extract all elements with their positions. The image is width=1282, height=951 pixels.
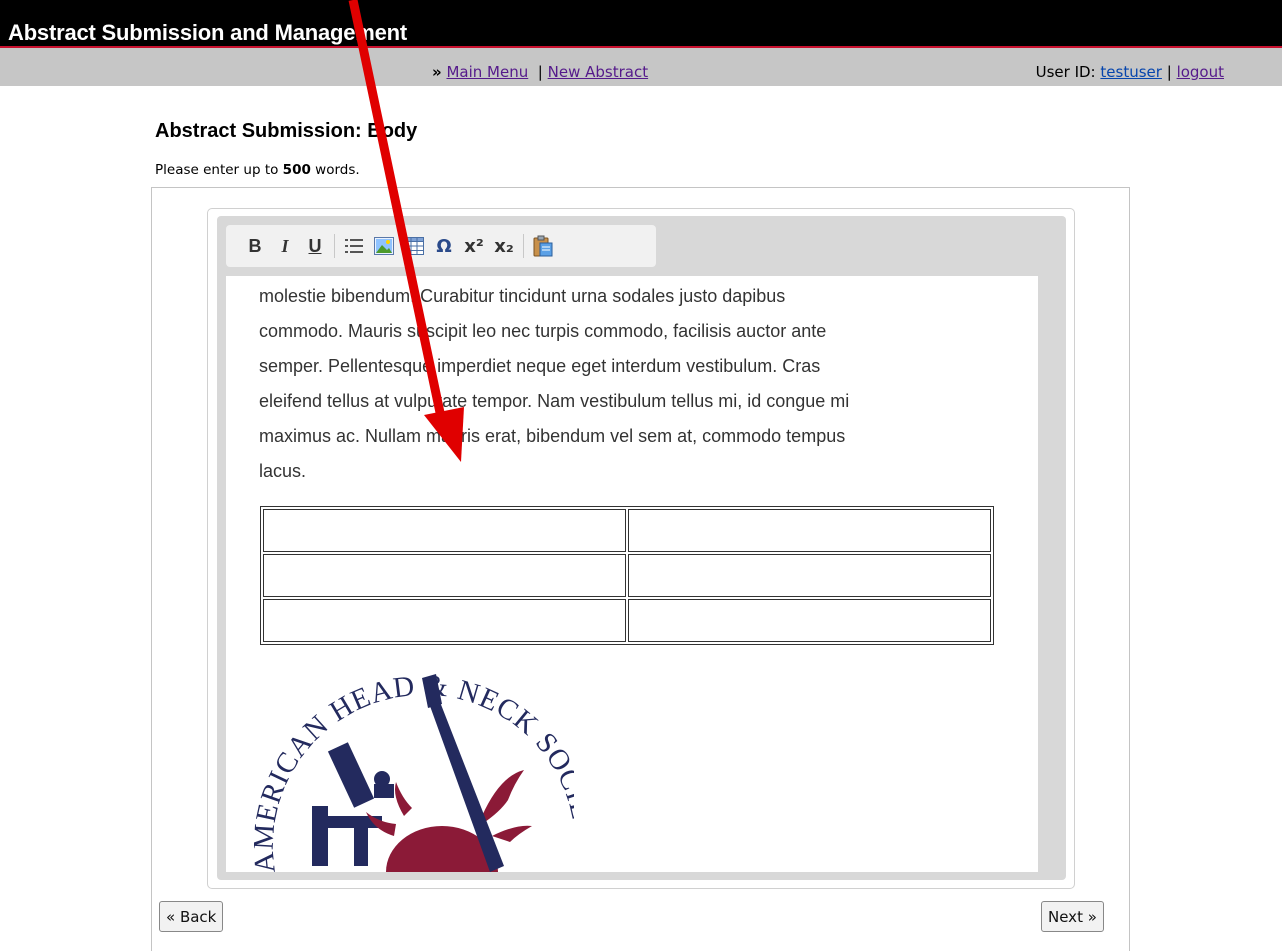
- nav-links: » Main Menu | New Abstract: [432, 63, 648, 81]
- bullet-list-button[interactable]: [339, 231, 369, 261]
- back-button[interactable]: « Back: [159, 901, 224, 932]
- next-button[interactable]: Next »: [1041, 901, 1104, 932]
- user-id-link[interactable]: testuser: [1100, 63, 1162, 81]
- superscript-icon: x²: [464, 235, 484, 257]
- app-header: Abstract Submission and Management: [0, 0, 1282, 48]
- superscript-button[interactable]: x²: [459, 231, 489, 261]
- body-line: commodo. Mauris suscipit leo nec turpis …: [259, 321, 827, 341]
- paste-button[interactable]: [528, 231, 558, 261]
- rich-text-editor: B I U Ω x² x₂ molestie bibendum. Curabit…: [217, 216, 1066, 880]
- editor-toolbar: B I U Ω x² x₂: [226, 225, 656, 267]
- table-cell[interactable]: [263, 554, 626, 597]
- table-cell[interactable]: [263, 599, 626, 642]
- instructions-text-end: words.: [310, 162, 360, 178]
- instructions-text-start: Please enter up to: [155, 162, 283, 178]
- new-abstract-link[interactable]: New Abstract: [548, 63, 648, 81]
- paste-icon: [533, 235, 553, 257]
- inserted-table[interactable]: [260, 506, 994, 645]
- insert-image-button[interactable]: [369, 231, 399, 261]
- subscript-button[interactable]: x₂: [489, 231, 519, 261]
- body-line: lacus.: [259, 461, 307, 481]
- table-cell[interactable]: [628, 554, 991, 597]
- table-row: [263, 599, 991, 642]
- table-row: [263, 509, 991, 552]
- table-cell[interactable]: [628, 599, 991, 642]
- main-menu-link[interactable]: Main Menu: [446, 63, 528, 81]
- society-logo: AMERICAN HEAD & NECK SOCIETY: [254, 666, 574, 872]
- subscript-icon: x₂: [494, 235, 514, 257]
- body-text[interactable]: molestie bibendum. Curabitur tincidunt u…: [259, 279, 1001, 489]
- table-icon: [404, 237, 424, 255]
- user-id-label: User ID:: [1035, 63, 1096, 81]
- italic-icon: I: [281, 235, 289, 256]
- app-title: Abstract Submission and Management: [8, 20, 408, 45]
- instructions: Please enter up to 500 words.: [155, 162, 360, 178]
- user-area: User ID: testuser | logout: [1036, 63, 1224, 81]
- nav-bar: » Main Menu | New Abstract User ID: test…: [0, 48, 1282, 86]
- user-separator: |: [1166, 63, 1172, 81]
- omega-icon: Ω: [436, 235, 452, 257]
- toolbar-separator: [334, 234, 335, 258]
- table-cell[interactable]: [628, 509, 991, 552]
- toolbar-separator: [523, 234, 524, 258]
- body-line: molestie bibendum. Curabitur tincidunt u…: [259, 286, 786, 306]
- body-line: semper. Pellentesque imperdiet neque ege…: [259, 356, 821, 376]
- logout-link[interactable]: logout: [1177, 63, 1224, 81]
- image-icon: [374, 237, 394, 255]
- table-row: [263, 554, 991, 597]
- nav-separator: |: [537, 63, 543, 81]
- body-line: maximus ac. Nullam mauris erat, bibendum…: [259, 426, 846, 446]
- nav-prefix: »: [432, 63, 442, 81]
- underline-icon: U: [308, 235, 322, 256]
- word-limit: 500: [282, 162, 311, 178]
- table-cell[interactable]: [263, 509, 626, 552]
- page-title: Abstract Submission: Body: [155, 120, 418, 142]
- editor-content[interactable]: molestie bibendum. Curabitur tincidunt u…: [226, 276, 1038, 872]
- special-character-button[interactable]: Ω: [429, 231, 459, 261]
- italic-button[interactable]: I: [270, 231, 300, 261]
- body-line: eleifend tellus at vulputate tempor. Nam…: [259, 391, 850, 411]
- bullet-list-icon: [345, 239, 363, 253]
- bold-button[interactable]: B: [240, 231, 270, 261]
- bold-icon: B: [248, 235, 262, 256]
- insert-table-button[interactable]: [399, 231, 429, 261]
- underline-button[interactable]: U: [300, 231, 330, 261]
